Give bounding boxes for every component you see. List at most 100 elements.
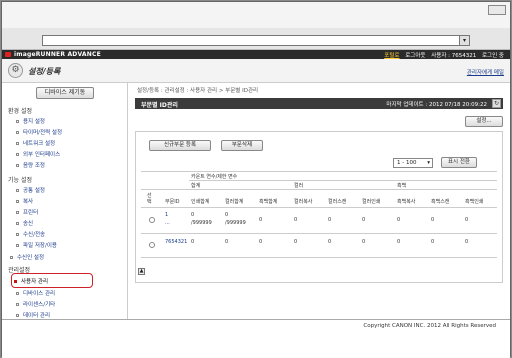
show-toggle-button[interactable]: 표시 전환: [441, 157, 477, 168]
sidebar-item-file-store[interactable]: 파일 저장/이용: [16, 241, 57, 249]
settings-button[interactable]: 설정...: [465, 116, 503, 127]
device-restart-button[interactable]: 디바이스 제기동: [36, 87, 94, 99]
sidebar-item-timer[interactable]: 타이머/전력 설정: [16, 128, 62, 136]
col-header: 흑백합계: [259, 199, 278, 205]
table-divider: [141, 233, 497, 234]
sidebar-item-send[interactable]: 송신: [16, 219, 33, 227]
dept-id-link[interactable]: 7654321: [165, 239, 187, 245]
admin-mail-link[interactable]: 관리자에게 메일: [467, 68, 504, 76]
limit-cell: /999999: [225, 220, 246, 226]
col-header: 컬러합계: [225, 199, 244, 205]
gear-icon: ⚙: [8, 63, 23, 78]
limit-cell: /999999: [191, 220, 212, 226]
square-bullet-icon: [16, 292, 19, 295]
table-divider: [141, 171, 497, 172]
count-cell: 0: [431, 239, 435, 245]
col-header: 흑백인쇄: [465, 199, 484, 205]
square-bullet-icon: [16, 120, 19, 123]
dept-id-ellipsis: ...: [165, 220, 170, 226]
square-bullet-icon: [16, 200, 19, 203]
square-bullet-icon: [16, 131, 19, 134]
sidebar-item-paper[interactable]: 용지 설정: [16, 117, 45, 125]
group-bw-header: 흑백: [397, 183, 407, 189]
square-bullet-icon: [16, 244, 19, 247]
footer: Copyright CANON INC. 2012 All Rights Res…: [2, 319, 510, 358]
col-header: 흑백복사: [397, 199, 416, 205]
sidebar-item-common[interactable]: 공통 설정: [16, 186, 45, 194]
square-bullet-icon: [16, 153, 19, 156]
col-dept-header: 부문ID: [165, 199, 180, 205]
count-cell: 0: [465, 217, 469, 223]
sidebar-item-printer[interactable]: 프린터: [16, 208, 38, 216]
section-env: 환경 설정: [8, 108, 32, 115]
col-select-header: 선택: [147, 193, 152, 205]
count-cell: 0: [259, 217, 263, 223]
square-bullet-icon: [16, 142, 19, 145]
page-title: 설정/등록: [28, 67, 61, 76]
group-total-header: 합계: [191, 183, 201, 189]
page-header: ⚙ 설정/등록 관리자에게 메일: [2, 59, 510, 83]
page-range-select[interactable]: 1 - 100 ▾: [393, 158, 433, 168]
count-cell: 0: [431, 217, 435, 223]
count-cell: 0: [225, 239, 229, 245]
table-divider: [189, 180, 497, 181]
count-cell: 0: [397, 239, 401, 245]
counter-header: 카운트 연수/제한 면수: [191, 174, 238, 180]
address-bar: ▾: [2, 28, 510, 50]
sidebar-item-user-mgmt[interactable]: 사용자 관리: [14, 277, 48, 285]
square-bullet-icon: [16, 303, 19, 306]
square-bullet-icon: [16, 222, 19, 225]
sidebar-item-device-mgmt[interactable]: 디바이스 관리: [16, 289, 55, 297]
sidebar-item-data-mgmt[interactable]: 데이터 관리: [16, 311, 50, 319]
table-divider: [141, 189, 497, 190]
browser-window: ▾ imageRUNNER ADVANCE 포털로 로그아웃 사용자 : 765…: [1, 1, 511, 358]
square-bullet-icon: [14, 280, 17, 283]
square-bullet-icon: [16, 314, 19, 317]
square-bullet-icon: [16, 164, 19, 167]
count-cell: 0: [362, 239, 366, 245]
copyright: Copyright CANON INC. 2012 All Rights Res…: [363, 323, 496, 329]
refresh-icon[interactable]: ↻: [492, 99, 501, 108]
chevron-down-icon: ▾: [427, 160, 430, 166]
sidebar: 디바이스 제기동 환경 설정 용지 설정 타이머/전력 설정 네트워크 설정 외…: [2, 83, 128, 319]
scroll-top-icon[interactable]: ▲: [138, 268, 145, 275]
col-header: 인쇄합계: [191, 199, 210, 205]
square-bullet-icon: [16, 211, 19, 214]
main-content: 설정/등록 : 관리설정 : 사용자 관리 > 부문별 ID관리 부문별 ID관…: [129, 83, 510, 319]
sidebar-item-destination[interactable]: 수신인 설정: [10, 253, 44, 261]
square-bullet-icon: [16, 189, 19, 192]
count-cell: 0: [191, 239, 195, 245]
panel-title: 부문별 ID관리: [141, 102, 178, 109]
group-color-header: 컬러: [294, 183, 304, 189]
row-select-radio[interactable]: [149, 217, 155, 223]
sidebar-item-receive[interactable]: 수신/전송: [16, 230, 45, 238]
count-cell: 0: [191, 212, 195, 218]
sidebar-item-copy[interactable]: 복사: [16, 197, 33, 205]
sidebar-item-network[interactable]: 네트워크 설정: [16, 139, 55, 147]
address-dropdown-icon[interactable]: ▾: [459, 35, 470, 46]
top-bar: imageRUNNER ADVANCE 포털로 로그아웃 사용자 : 76543…: [2, 50, 510, 59]
dept-id-link[interactable]: 1: [165, 212, 168, 218]
count-cell: 0: [362, 217, 366, 223]
delete-dept-button[interactable]: 부문삭제: [221, 140, 263, 151]
sidebar-item-interface[interactable]: 외부 인터페이스: [16, 150, 60, 158]
sidebar-item-volume[interactable]: 음량 조정: [16, 161, 45, 169]
address-input[interactable]: [42, 35, 470, 46]
square-bullet-icon: [16, 233, 19, 236]
count-cell: 0: [328, 217, 332, 223]
panel-header: 부문별 ID관리 마지막 업데이트 : 2012 07/18 20:09:22 …: [135, 98, 503, 109]
register-dept-button[interactable]: 신규부문 등록: [149, 140, 211, 151]
last-update: 마지막 업데이트 : 2012 07/18 20:09:22: [386, 102, 487, 108]
count-cell: 0: [328, 239, 332, 245]
count-cell: 0: [397, 217, 401, 223]
col-header: 컬러복사: [294, 199, 313, 205]
row-select-radio[interactable]: [149, 242, 155, 248]
count-cell: 0: [294, 239, 298, 245]
table-divider: [141, 257, 497, 258]
square-bullet-icon: [10, 256, 13, 259]
count-cell: 0: [259, 239, 263, 245]
canon-logo-icon: [5, 52, 11, 57]
top-links: 포털로 로그아웃 사용자 : 7654321 로그인 중: [380, 51, 504, 59]
sidebar-item-license[interactable]: 라이센스/기타: [16, 300, 55, 308]
window-control-button[interactable]: [488, 5, 506, 15]
